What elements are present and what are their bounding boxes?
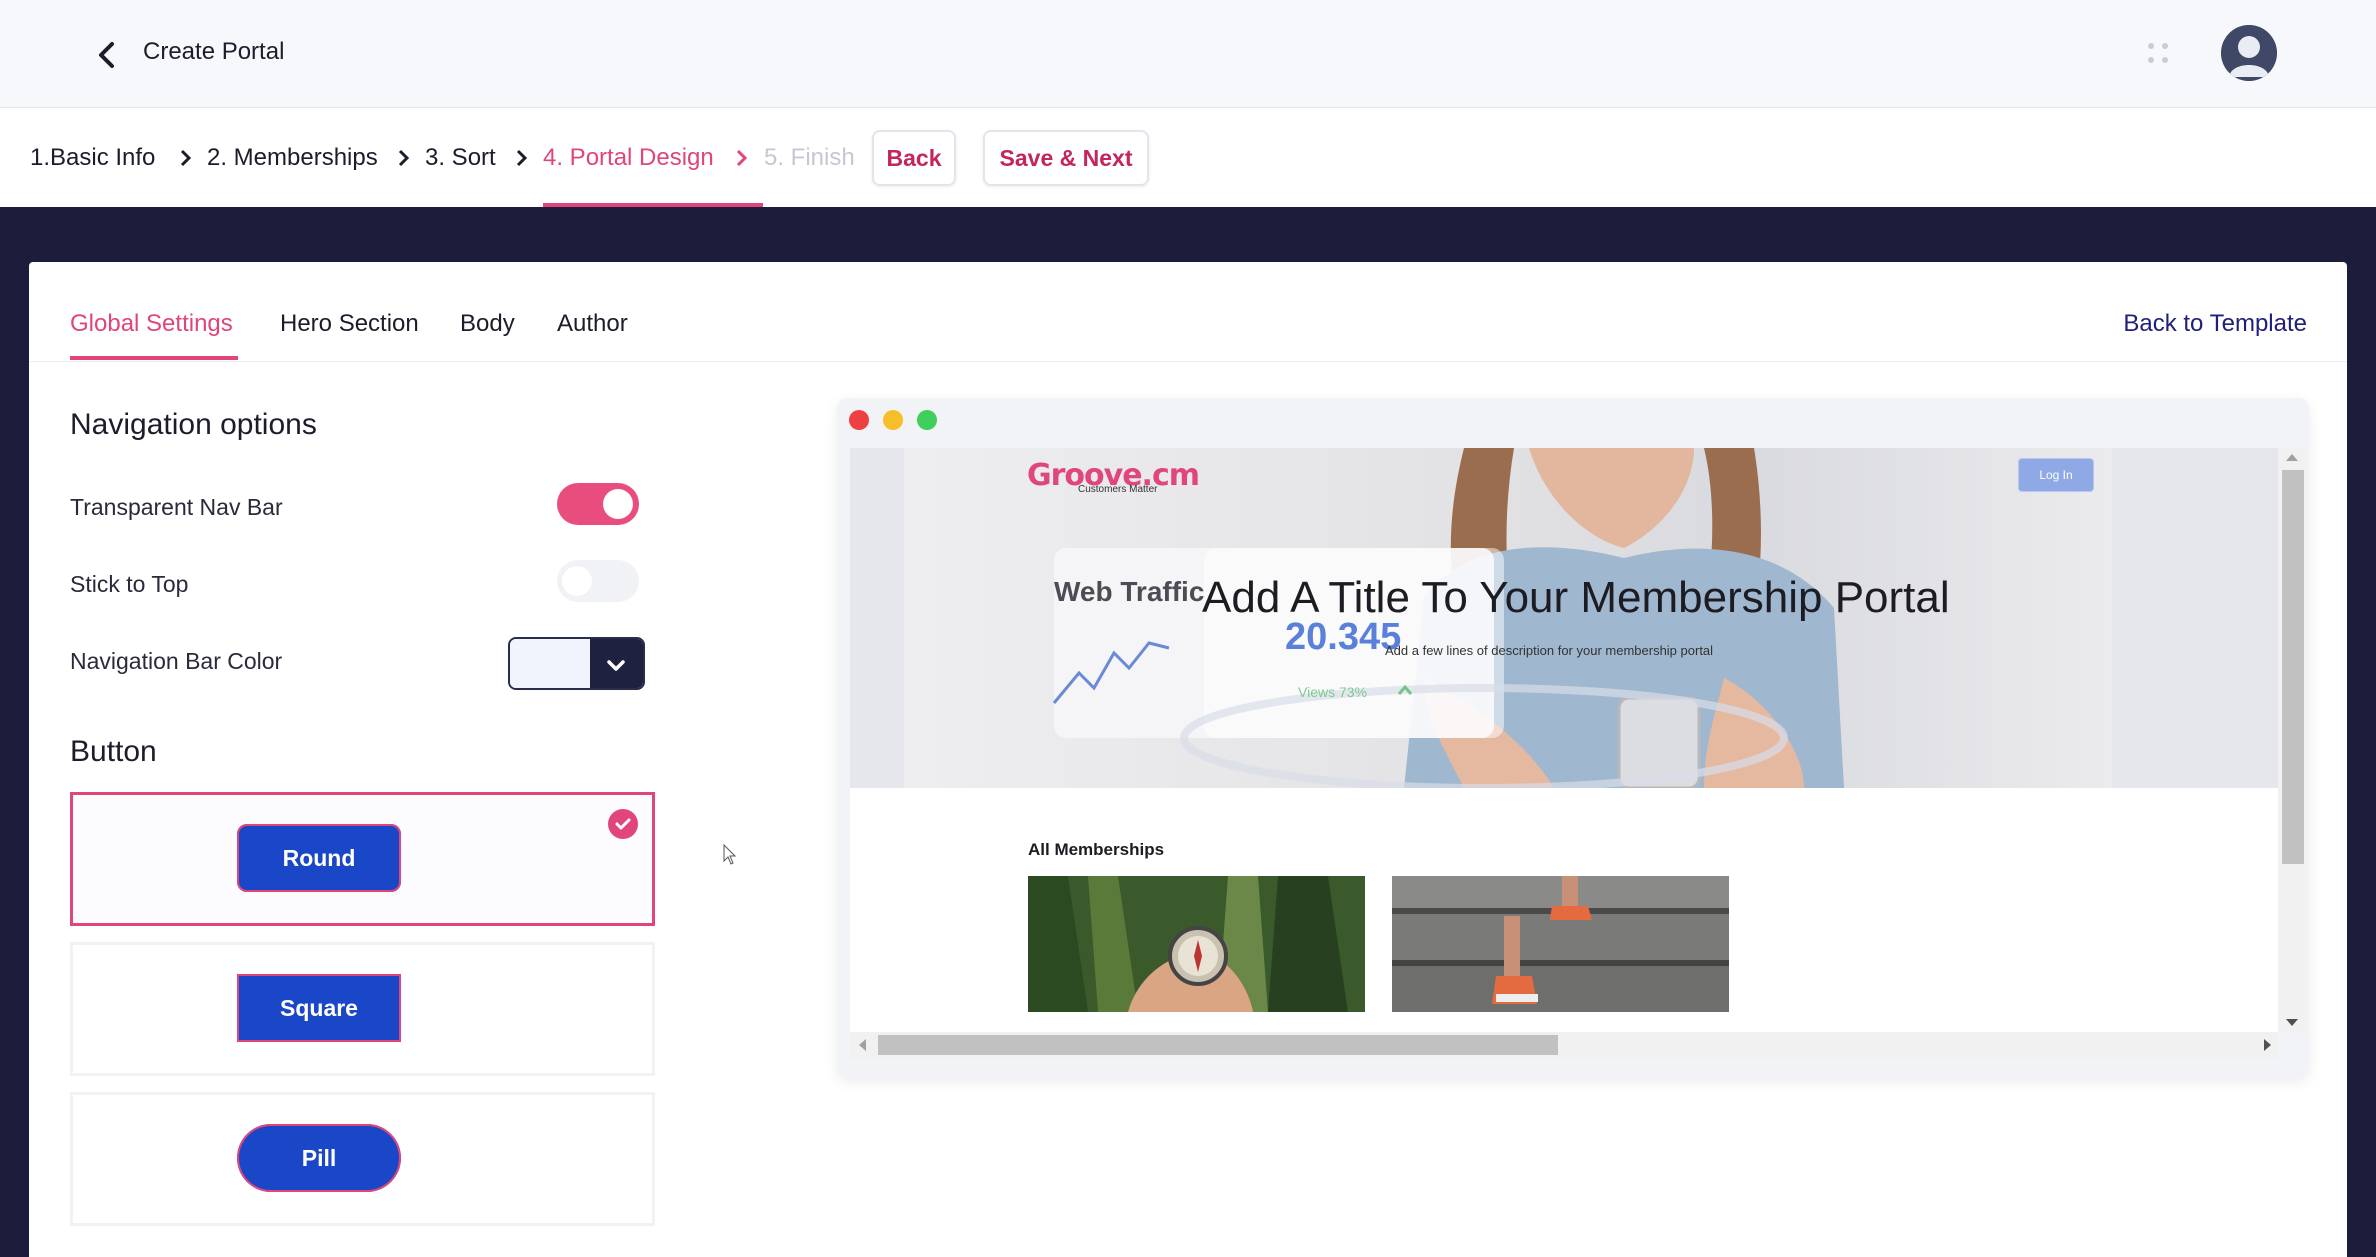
tab-hero-section[interactable]: Hero Section	[280, 310, 419, 338]
membership-card-compass[interactable]	[1028, 876, 1365, 1012]
pill-button-sample: Pill	[237, 1124, 401, 1192]
page-title: Create Portal	[143, 38, 285, 65]
user-avatar-icon	[2221, 25, 2277, 81]
compass-image	[1028, 876, 1365, 1012]
hero-overlay-views: Views 73%	[1298, 684, 1368, 700]
button-style-round-option[interactable]: Round	[70, 792, 655, 926]
stick-to-top-label: Stick to Top	[70, 571, 189, 597]
step-basic-info[interactable]: 1.Basic Info	[30, 144, 155, 172]
tab-body[interactable]: Body	[460, 310, 515, 338]
preview-logo-tagline: Customers Matter	[1078, 484, 1158, 495]
tab-author[interactable]: Author	[557, 310, 628, 338]
step-memberships[interactable]: 2. Memberships	[207, 144, 378, 172]
top-bar: Create Portal	[0, 0, 2376, 108]
scroll-up-arrow-icon[interactable]	[2278, 448, 2306, 468]
chevron-right-icon	[180, 149, 192, 167]
design-card: Global Settings Hero Section Body Author…	[29, 262, 2347, 1257]
stick-to-top-toggle[interactable]	[557, 560, 639, 602]
save-next-button[interactable]: Save & Next	[983, 130, 1149, 186]
transparent-nav-bar-label: Transparent Nav Bar	[70, 494, 283, 520]
chevron-right-icon	[516, 149, 528, 167]
stepper: 1.Basic Info 2. Memberships 3. Sort 4. P…	[0, 108, 2376, 207]
preview-memberships-title: All Memberships	[1028, 840, 1165, 859]
active-tab-indicator	[70, 356, 238, 360]
preview-viewport: Web Traffic 20.345 Views 73% Groove.cm C…	[850, 448, 2278, 1032]
button-style-square-option[interactable]: Square	[70, 942, 655, 1076]
stairs-image	[1392, 876, 1729, 1012]
color-swatch	[510, 639, 590, 688]
window-maximize-dot	[917, 410, 937, 430]
preview-hero-title: Add A Title To Your Membership Portal	[1202, 573, 1950, 622]
color-dropdown-toggle[interactable]	[590, 639, 643, 688]
chevron-down-icon	[607, 660, 625, 671]
hero-overlay-heading: Web Traffic	[1054, 576, 1205, 607]
step-portal-design[interactable]: 4. Portal Design	[543, 144, 714, 172]
vertical-scroll-thumb[interactable]	[2282, 470, 2304, 864]
settings-tabs: Global Settings Hero Section Body Author…	[29, 262, 2347, 362]
portal-preview-window: Web Traffic 20.345 Views 73% Groove.cm C…	[837, 398, 2309, 1078]
scroll-right-arrow-icon[interactable]	[2258, 1032, 2278, 1058]
round-button-sample: Round	[237, 824, 401, 892]
button-section-title: Button	[70, 735, 157, 768]
tab-global-settings[interactable]: Global Settings	[70, 310, 233, 338]
step-finish: 5. Finish	[764, 144, 855, 171]
mouse-cursor-icon	[723, 844, 737, 865]
back-button[interactable]: Back	[872, 130, 956, 186]
step-sort[interactable]: 3. Sort	[425, 144, 496, 172]
preview-vertical-scrollbar[interactable]	[2278, 448, 2306, 1032]
avatar[interactable]	[2221, 25, 2277, 81]
horizontal-scroll-thumb[interactable]	[878, 1035, 1558, 1055]
chevron-up-icon	[1397, 684, 1413, 695]
window-close-dot	[849, 410, 869, 430]
scroll-left-arrow-icon[interactable]	[852, 1032, 872, 1058]
chevron-right-icon	[736, 149, 748, 167]
check-icon	[608, 809, 638, 839]
back-to-template-link[interactable]: Back to Template	[2123, 310, 2307, 338]
apps-grid-icon[interactable]	[2146, 40, 2170, 66]
transparent-nav-bar-toggle[interactable]	[557, 483, 639, 525]
navigation-options-title: Navigation options	[70, 408, 317, 441]
nav-bar-color-picker[interactable]	[508, 637, 645, 690]
window-minimize-dot	[883, 410, 903, 430]
preview-hero-description: Add a few lines of description for your …	[1385, 643, 1714, 658]
scroll-down-arrow-icon[interactable]	[2278, 1012, 2306, 1032]
preview-hero: Web Traffic 20.345 Views 73% Groove.cm C…	[850, 448, 2278, 788]
nav-bar-color-label: Navigation Bar Color	[70, 648, 283, 674]
membership-card-stairs[interactable]	[1392, 876, 1729, 1012]
active-step-indicator	[543, 203, 763, 207]
chevron-right-icon	[398, 149, 410, 167]
button-style-pill-option[interactable]: Pill	[70, 1092, 655, 1226]
preview-login-button[interactable]: Log In	[2018, 458, 2094, 492]
square-button-sample: Square	[237, 974, 401, 1042]
preview-horizontal-scrollbar[interactable]	[850, 1032, 2278, 1058]
back-arrow-icon[interactable]	[92, 38, 122, 72]
